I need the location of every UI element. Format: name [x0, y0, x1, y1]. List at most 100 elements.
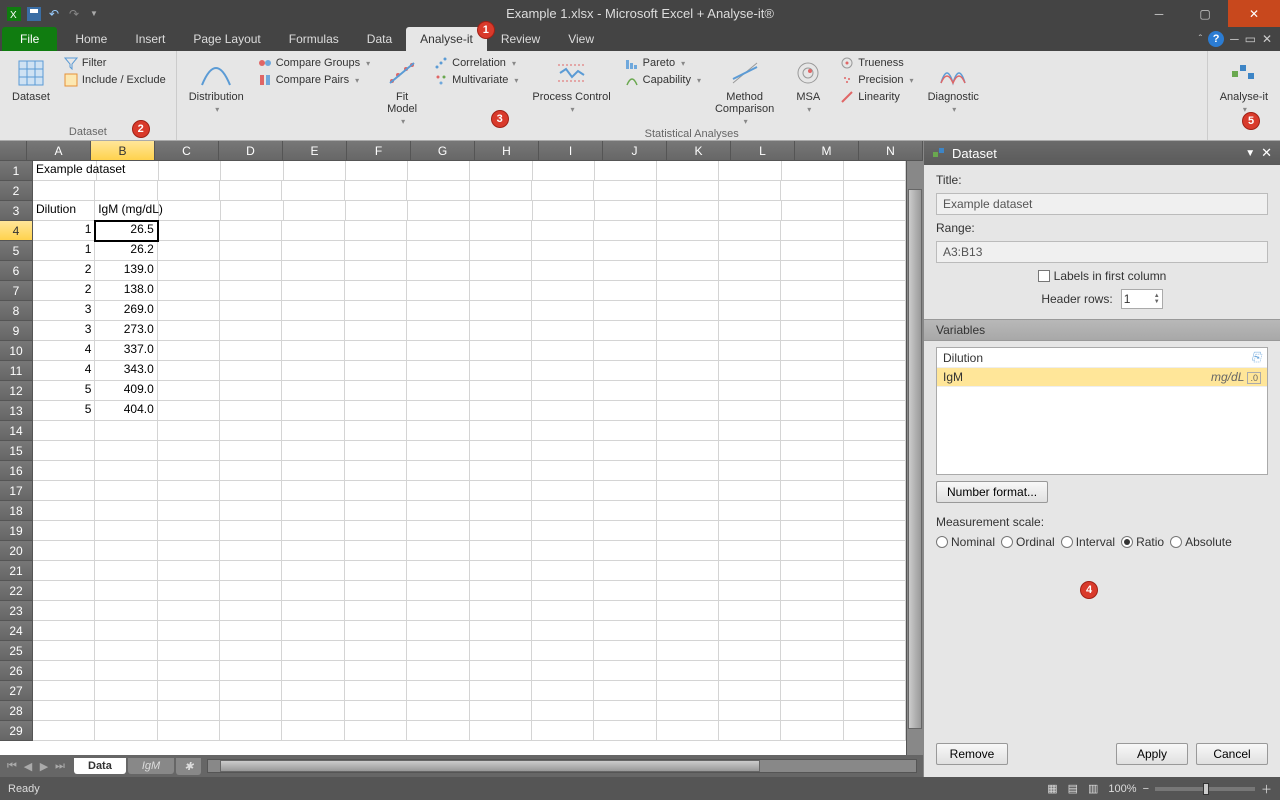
dataset-button[interactable]: Dataset [6, 53, 56, 103]
window-restore-icon[interactable]: ▭ [1245, 32, 1256, 46]
cell[interactable] [657, 661, 719, 681]
qat-dropdown-icon[interactable]: ▼ [86, 6, 102, 22]
cell[interactable] [220, 641, 282, 661]
cell[interactable] [33, 601, 95, 621]
cell[interactable] [95, 581, 157, 601]
labels-first-col-checkbox[interactable] [1038, 270, 1050, 282]
cell[interactable] [594, 361, 656, 381]
cell[interactable] [220, 461, 282, 481]
cell[interactable] [781, 721, 843, 741]
cell[interactable] [407, 381, 469, 401]
cell[interactable] [345, 181, 407, 201]
cell[interactable] [719, 441, 781, 461]
cell[interactable] [158, 581, 220, 601]
cell[interactable] [407, 421, 469, 441]
cell[interactable] [33, 581, 95, 601]
cell[interactable] [158, 641, 220, 661]
cell[interactable] [158, 281, 220, 301]
cell[interactable] [33, 421, 95, 441]
cell[interactable] [158, 521, 220, 541]
cell[interactable] [594, 241, 656, 261]
column-header[interactable]: F [347, 141, 411, 161]
cell[interactable] [158, 461, 220, 481]
row-header[interactable]: 24 [0, 621, 33, 641]
scale-radio-nominal[interactable]: Nominal [936, 535, 995, 549]
cell[interactable]: IgM (mg/dL) [95, 201, 159, 221]
cell[interactable] [781, 261, 843, 281]
cell[interactable] [220, 701, 282, 721]
decimals-icon[interactable]: .0 [1247, 372, 1261, 384]
cell[interactable] [158, 241, 220, 261]
tab-home[interactable]: Home [61, 27, 121, 51]
cell[interactable] [719, 521, 781, 541]
cell[interactable] [844, 381, 906, 401]
cell[interactable] [532, 241, 594, 261]
cell[interactable] [158, 601, 220, 621]
cell[interactable] [781, 461, 843, 481]
cell[interactable] [345, 241, 407, 261]
cell[interactable] [781, 541, 843, 561]
column-header[interactable]: I [539, 141, 603, 161]
cell[interactable] [470, 241, 532, 261]
range-input[interactable] [936, 241, 1268, 263]
cell[interactable] [657, 641, 719, 661]
cell[interactable] [844, 201, 906, 221]
cell[interactable]: 139.0 [95, 261, 157, 281]
cell[interactable] [844, 401, 906, 421]
cell[interactable]: 5 [33, 381, 95, 401]
cell[interactable] [470, 641, 532, 661]
cell[interactable] [33, 441, 95, 461]
cell[interactable] [158, 401, 220, 421]
cell[interactable] [719, 261, 781, 281]
cell[interactable] [407, 321, 469, 341]
row-header[interactable]: 8 [0, 301, 33, 321]
cell[interactable] [220, 321, 282, 341]
cell[interactable] [158, 681, 220, 701]
tab-insert[interactable]: Insert [121, 27, 179, 51]
cell[interactable] [470, 461, 532, 481]
cell[interactable] [407, 181, 469, 201]
cell[interactable] [781, 441, 843, 461]
cell[interactable] [95, 541, 157, 561]
cell[interactable] [719, 501, 781, 521]
include-exclude-button[interactable]: Include / Exclude [60, 72, 170, 88]
cell[interactable] [719, 561, 781, 581]
cell[interactable] [594, 541, 656, 561]
row-header[interactable]: 20 [0, 541, 33, 561]
sheet-tab-data[interactable]: Data [74, 758, 126, 774]
cell[interactable] [282, 461, 344, 481]
redo-icon[interactable]: ↷ [66, 6, 82, 22]
cell[interactable] [470, 301, 532, 321]
cell[interactable] [844, 301, 906, 321]
cell[interactable] [781, 621, 843, 641]
cell[interactable] [282, 381, 344, 401]
cell[interactable] [345, 341, 407, 361]
cell[interactable] [719, 241, 781, 261]
cell[interactable] [95, 441, 157, 461]
cell[interactable] [844, 521, 906, 541]
cell[interactable] [345, 421, 407, 441]
cell[interactable] [719, 221, 781, 241]
cell[interactable] [95, 181, 157, 201]
cell[interactable] [220, 621, 282, 641]
zoom-out-icon[interactable]: − [1143, 783, 1149, 795]
cell[interactable] [95, 481, 157, 501]
cell[interactable] [594, 521, 656, 541]
cell[interactable] [345, 541, 407, 561]
cell[interactable] [95, 501, 157, 521]
cell[interactable] [532, 381, 594, 401]
cell[interactable] [33, 501, 95, 521]
compare-groups-button[interactable]: Compare Groups▾ [254, 55, 374, 71]
column-header[interactable]: G [411, 141, 475, 161]
spinner-down-icon[interactable]: ▼ [1154, 299, 1160, 305]
cell[interactable] [407, 661, 469, 681]
cell[interactable] [719, 701, 781, 721]
cell[interactable] [532, 301, 594, 321]
cell[interactable] [594, 681, 656, 701]
grid[interactable]: 1Example dataset23DilutionIgM (mg/dL)412… [0, 161, 906, 755]
cell[interactable] [594, 301, 656, 321]
cell[interactable] [282, 421, 344, 441]
cell[interactable] [781, 321, 843, 341]
undo-icon[interactable]: ↶ [46, 6, 62, 22]
cell[interactable] [844, 581, 906, 601]
